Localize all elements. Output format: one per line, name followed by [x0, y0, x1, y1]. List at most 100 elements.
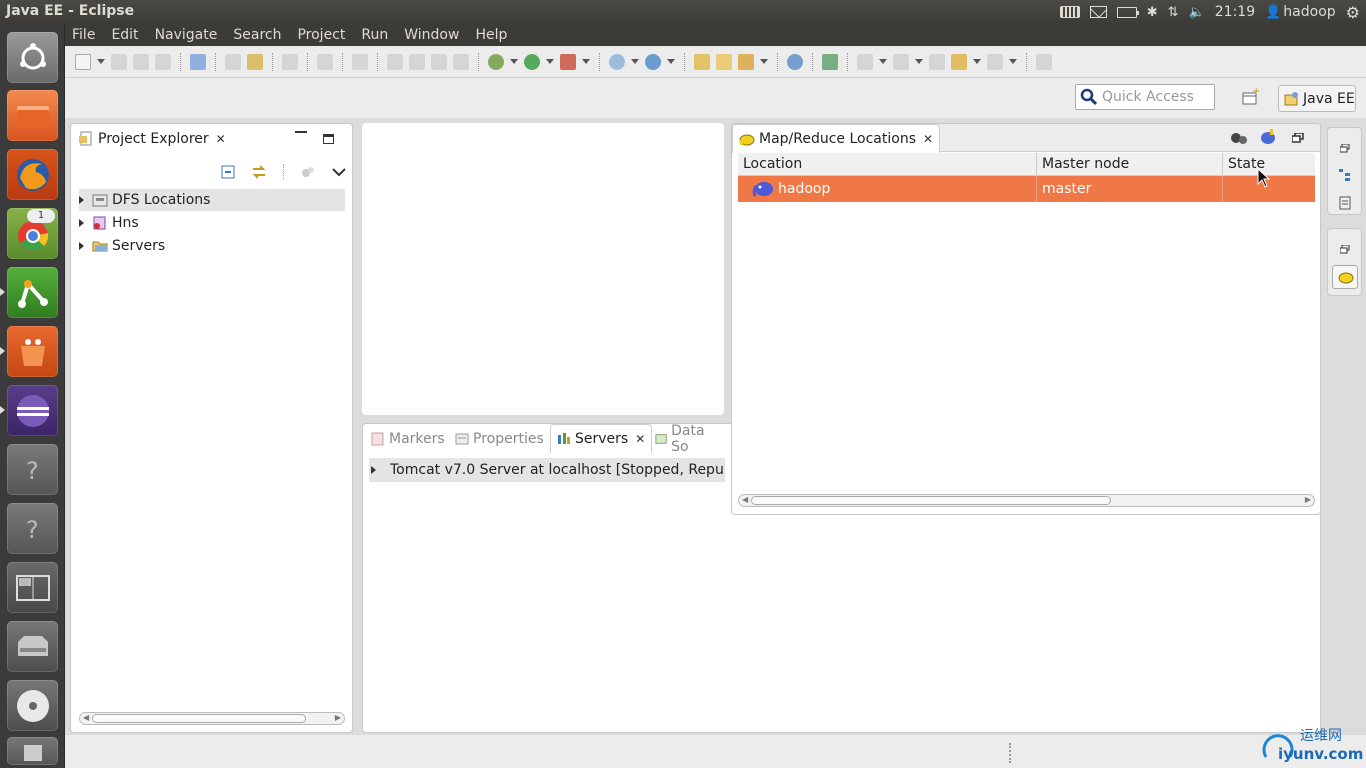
menu-project[interactable]: Project: [297, 27, 345, 43]
new-server-dropdown-icon[interactable]: [631, 59, 639, 64]
last-edit-icon[interactable]: [929, 53, 945, 70]
print-icon[interactable]: [155, 53, 171, 70]
restore-icon[interactable]: [1340, 144, 1350, 153]
debug-dropdown-icon[interactable]: [510, 59, 518, 64]
firefox-icon[interactable]: [7, 149, 58, 200]
unknown-app-icon[interactable]: ?: [7, 444, 58, 495]
step-into-icon[interactable]: [352, 53, 368, 70]
expand-icon[interactable]: [371, 466, 376, 474]
mail-icon[interactable]: [1089, 6, 1107, 18]
tab-servers[interactable]: Servers ✕: [550, 424, 653, 453]
cd-drive-icon[interactable]: [7, 680, 58, 731]
pin-editor-icon[interactable]: [1036, 53, 1052, 70]
column-header-location[interactable]: Location: [738, 153, 1037, 175]
suspend-icon[interactable]: [409, 53, 425, 70]
expand-icon[interactable]: [79, 242, 84, 250]
expand-icon[interactable]: [79, 219, 84, 227]
eclipse-icon[interactable]: [0, 385, 58, 436]
tab-project-explorer[interactable]: Project Explorer ✕: [73, 124, 232, 153]
wand-icon[interactable]: [738, 53, 754, 70]
outline-icon[interactable]: [1338, 168, 1352, 182]
tree-item-hns[interactable]: Hns: [79, 212, 345, 234]
swap-icon[interactable]: [247, 53, 263, 70]
new-server-icon[interactable]: [609, 53, 625, 70]
open-folder-icon[interactable]: [694, 53, 710, 70]
menu-edit[interactable]: Edit: [111, 27, 138, 43]
tab-markers[interactable]: Markers: [365, 424, 451, 453]
horizontal-scrollbar[interactable]: ◀ ▶: [738, 494, 1315, 507]
tab-map-reduce-locations[interactable]: Map/Reduce Locations ✕: [732, 124, 941, 153]
disk-drive-icon[interactable]: [7, 621, 58, 672]
clock[interactable]: 21:19: [1215, 4, 1255, 20]
restore-icon[interactable]: [1292, 133, 1304, 143]
save-all-icon[interactable]: [133, 53, 149, 70]
server-row[interactable]: Tomcat v7.0 Server at localhost [Stopped…: [369, 458, 725, 482]
gear-icon[interactable]: ⚙: [1346, 3, 1360, 22]
tab-data-source[interactable]: Data So: [649, 423, 725, 455]
back-icon[interactable]: [951, 53, 967, 70]
next-annotation-icon[interactable]: [857, 53, 873, 70]
software-center-icon[interactable]: [0, 326, 58, 377]
network-icon[interactable]: ⇅: [1168, 5, 1179, 20]
save-icon[interactable]: [111, 53, 127, 70]
terminate-icon[interactable]: [431, 53, 447, 70]
column-header-master-node[interactable]: Master node: [1037, 153, 1223, 175]
globe-icon[interactable]: [787, 53, 803, 70]
edit-icon[interactable]: [225, 53, 241, 70]
maximize-icon[interactable]: [323, 134, 334, 144]
horizontal-scrollbar[interactable]: ◀ ▶: [79, 712, 345, 725]
pin-icon[interactable]: [190, 53, 206, 70]
bluetooth-icon[interactable]: ✱: [1147, 5, 1158, 20]
chrome-icon[interactable]: 1: [7, 208, 58, 259]
view-menu-icon[interactable]: [332, 167, 346, 177]
prev-annotation-icon[interactable]: [893, 53, 909, 70]
menu-help[interactable]: Help: [475, 27, 507, 43]
link-editor-icon[interactable]: [251, 165, 267, 179]
close-icon[interactable]: ✕: [216, 132, 226, 146]
files-icon[interactable]: [7, 90, 58, 141]
task-list-icon[interactable]: [1338, 196, 1352, 210]
expand-icon[interactable]: [79, 196, 84, 204]
dash-home-icon[interactable]: [7, 32, 58, 83]
scroll-thumb[interactable]: [92, 714, 306, 723]
skip-icon[interactable]: [317, 53, 333, 70]
disconnect-icon[interactable]: [453, 53, 469, 70]
tree-item-dfs-locations[interactable]: DFS Locations: [79, 189, 345, 211]
forward-icon[interactable]: [987, 53, 1003, 70]
menu-search[interactable]: Search: [233, 27, 281, 43]
resume-icon[interactable]: [387, 53, 403, 70]
close-icon[interactable]: ✕: [923, 132, 933, 146]
minimize-icon[interactable]: [295, 131, 307, 134]
back-dropdown-icon[interactable]: [973, 59, 981, 64]
close-icon[interactable]: ✕: [635, 432, 645, 446]
new-service-dropdown-icon[interactable]: [667, 59, 675, 64]
perspective-java-ee-button[interactable]: Java EE: [1278, 85, 1356, 112]
open-project-icon[interactable]: [716, 53, 732, 70]
graph-app-icon[interactable]: [0, 267, 58, 318]
new-location-icon[interactable]: [1259, 129, 1277, 145]
keyboard-icon[interactable]: [1059, 6, 1080, 18]
prev-annotation-dropdown-icon[interactable]: [915, 59, 923, 64]
edit-location-icon[interactable]: [1230, 130, 1248, 146]
forward-dropdown-icon[interactable]: [1009, 59, 1017, 64]
elephant-yellow-icon[interactable]: [1332, 265, 1358, 289]
new-icon[interactable]: [75, 53, 91, 70]
run-icon[interactable]: [524, 53, 540, 70]
run-dropdown-icon[interactable]: [546, 59, 554, 64]
next-annotation-dropdown-icon[interactable]: [879, 59, 887, 64]
new-dropdown-icon[interactable]: [97, 59, 105, 64]
menu-file[interactable]: File: [72, 27, 95, 43]
menu-navigate[interactable]: Navigate: [155, 27, 218, 43]
restore-icon[interactable]: [1340, 245, 1350, 254]
tree-item-servers[interactable]: Servers: [79, 235, 345, 257]
new-service-icon[interactable]: [645, 53, 661, 70]
table-row[interactable]: hadoop master: [738, 176, 1315, 202]
filter-icon[interactable]: [300, 165, 316, 179]
debug-icon[interactable]: [488, 53, 504, 70]
workspace-switcher-icon[interactable]: [7, 562, 58, 613]
battery-icon[interactable]: [1116, 6, 1139, 18]
tab-properties[interactable]: Properties: [449, 424, 550, 453]
unknown-app-icon[interactable]: ?: [7, 503, 58, 554]
volume-icon[interactable]: 🔈: [1189, 5, 1205, 20]
quick-access-field[interactable]: Quick Access: [1075, 84, 1215, 110]
